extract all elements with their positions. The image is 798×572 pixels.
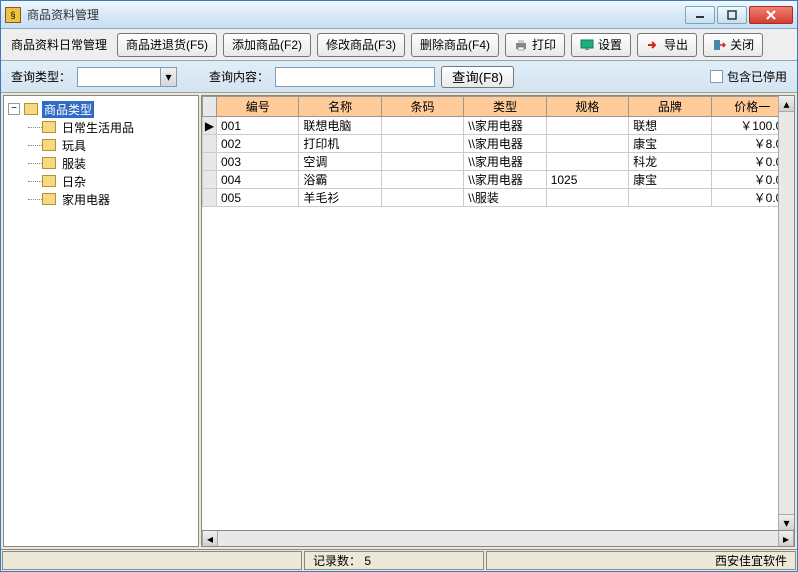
grid-panel: 编号名称条码类型规格品牌价格一 ▶001联想电脑\\家用电器联想￥100.000… bbox=[201, 95, 795, 547]
folder-icon bbox=[42, 157, 56, 169]
row-indicator: ▶ bbox=[203, 117, 217, 135]
folder-icon bbox=[42, 193, 56, 205]
table-row[interactable]: 002打印机\\家用电器康宝￥8.00 bbox=[203, 135, 794, 153]
folder-icon bbox=[42, 175, 56, 187]
status-count: 记录数： 5 bbox=[304, 551, 484, 570]
horizontal-scrollbar[interactable]: ◂ ▸ bbox=[201, 531, 795, 547]
table-row[interactable]: 005羊毛衫\\服装￥0.00 bbox=[203, 189, 794, 207]
query-content-input[interactable] bbox=[275, 67, 435, 87]
tree-root-label: 商品类型 bbox=[42, 101, 94, 118]
status-bar: 记录数： 5 西安佳宜软件 bbox=[1, 549, 797, 571]
row-indicator bbox=[203, 135, 217, 153]
main-area: − 商品类型 日常生活用品玩具服装日杂家用电器 编号名称条码类型规格品牌价格一 … bbox=[1, 93, 797, 549]
vertical-scrollbar[interactable]: ▴ ▾ bbox=[778, 96, 794, 530]
minimize-button[interactable] bbox=[685, 6, 715, 24]
delete-product-button[interactable]: 删除商品(F4) bbox=[411, 33, 499, 57]
tree-item-label: 日杂 bbox=[60, 173, 88, 190]
window-title: 商品资料管理 bbox=[27, 6, 685, 23]
export-button[interactable]: 导出 bbox=[637, 33, 697, 57]
tree-item[interactable]: 家用电器 bbox=[28, 190, 194, 208]
checkbox-icon bbox=[710, 70, 723, 83]
print-button[interactable]: 打印 bbox=[505, 33, 565, 57]
folder-icon bbox=[42, 121, 56, 133]
row-indicator bbox=[203, 189, 217, 207]
tree-root[interactable]: − 商品类型 bbox=[8, 100, 194, 118]
toolbar: 商品资料日常管理 商品进退货(F5) 添加商品(F2) 修改商品(F3) 删除商… bbox=[1, 29, 797, 61]
tree-item[interactable]: 日杂 bbox=[28, 172, 194, 190]
titlebar: § 商品资料管理 bbox=[1, 1, 797, 29]
tree-item[interactable]: 服装 bbox=[28, 154, 194, 172]
scroll-up-icon[interactable]: ▴ bbox=[779, 96, 794, 112]
settings-button[interactable]: 设置 bbox=[571, 33, 631, 57]
tree-item-label: 玩具 bbox=[60, 137, 88, 154]
column-header[interactable]: 名称 bbox=[299, 97, 381, 117]
add-product-button[interactable]: 添加商品(F2) bbox=[223, 33, 311, 57]
maximize-button[interactable] bbox=[717, 6, 747, 24]
tree-panel: − 商品类型 日常生活用品玩具服装日杂家用电器 bbox=[3, 95, 199, 547]
column-header[interactable]: 条码 bbox=[381, 97, 463, 117]
scroll-left-icon[interactable]: ◂ bbox=[202, 531, 218, 546]
scroll-down-icon[interactable]: ▾ bbox=[779, 514, 794, 530]
close-window-button[interactable] bbox=[749, 6, 793, 24]
folder-icon bbox=[24, 103, 38, 115]
row-indicator bbox=[203, 153, 217, 171]
column-header[interactable]: 规格 bbox=[546, 97, 628, 117]
status-left bbox=[2, 551, 302, 570]
table-row[interactable]: ▶001联想电脑\\家用电器联想￥100.00 bbox=[203, 117, 794, 135]
tree-item-label: 服装 bbox=[60, 155, 88, 172]
app-icon: § bbox=[5, 7, 21, 23]
table-row[interactable]: 003空调\\家用电器科龙￥0.00 bbox=[203, 153, 794, 171]
search-button[interactable]: 查询(F8) bbox=[441, 66, 514, 88]
column-header[interactable]: 类型 bbox=[464, 97, 546, 117]
tree-item[interactable]: 日常生活用品 bbox=[28, 118, 194, 136]
query-type-label: 查询类型： bbox=[11, 68, 71, 85]
search-bar: 查询类型： ▾ 查询内容： 查询(F8) 包含已停用 bbox=[1, 61, 797, 93]
include-disabled-checkbox[interactable]: 包含已停用 bbox=[710, 68, 787, 85]
row-indicator bbox=[203, 171, 217, 189]
export-icon bbox=[646, 38, 660, 52]
toolbar-menu-label[interactable]: 商品资料日常管理 bbox=[7, 36, 111, 53]
collapse-icon[interactable]: − bbox=[8, 103, 20, 115]
tree-item-label: 家用电器 bbox=[60, 191, 112, 208]
folder-icon bbox=[42, 139, 56, 151]
scroll-right-icon[interactable]: ▸ bbox=[778, 531, 794, 546]
table-row[interactable]: 004浴霸\\家用电器1025康宝￥0.00 bbox=[203, 171, 794, 189]
status-vendor: 西安佳宜软件 bbox=[486, 551, 796, 570]
chevron-down-icon: ▾ bbox=[160, 68, 176, 86]
column-header[interactable]: 品牌 bbox=[629, 97, 711, 117]
tree-item-label: 日常生活用品 bbox=[60, 119, 136, 136]
printer-icon bbox=[514, 38, 528, 52]
app-window: § 商品资料管理 商品资料日常管理 商品进退货(F5) 添加商品(F2) 修改商… bbox=[0, 0, 798, 572]
query-content-label: 查询内容： bbox=[209, 68, 269, 85]
data-grid[interactable]: 编号名称条码类型规格品牌价格一 ▶001联想电脑\\家用电器联想￥100.000… bbox=[201, 95, 795, 531]
door-icon bbox=[712, 38, 726, 52]
close-button[interactable]: 关闭 bbox=[703, 33, 763, 57]
edit-product-button[interactable]: 修改商品(F3) bbox=[317, 33, 405, 57]
query-type-select[interactable]: ▾ bbox=[77, 67, 177, 87]
row-indicator-header bbox=[203, 97, 217, 117]
monitor-icon bbox=[580, 38, 594, 52]
tree-item[interactable]: 玩具 bbox=[28, 136, 194, 154]
column-header[interactable]: 编号 bbox=[217, 97, 299, 117]
stock-button[interactable]: 商品进退货(F5) bbox=[117, 33, 217, 57]
